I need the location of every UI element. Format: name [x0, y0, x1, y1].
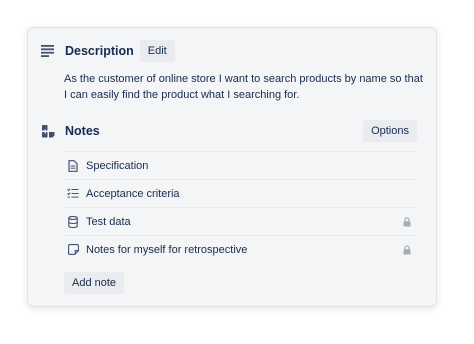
note-item-retrospective[interactable]: Notes for myself for retrospective	[64, 235, 416, 263]
lock-icon	[402, 244, 412, 255]
note-item-test-data[interactable]: Test data	[64, 207, 416, 235]
note-label: Acceptance criteria	[86, 187, 180, 200]
note-label: Notes for myself for retrospective	[86, 243, 248, 256]
note-label: Specification	[86, 159, 149, 172]
sticky-note-icon	[67, 244, 79, 256]
issue-panel-card: Description Edit As the customer of onli…	[27, 27, 437, 307]
text-lines-icon	[41, 44, 55, 58]
description-text: As the customer of online store I want t…	[64, 73, 423, 101]
note-label: Test data	[86, 215, 131, 228]
description-header: Description Edit	[41, 40, 175, 62]
notes-list: Specification Acceptance criteria Test d…	[64, 151, 416, 263]
description-title: Description	[65, 44, 134, 58]
notes-section-icon	[41, 124, 55, 138]
notes-title: Notes	[65, 124, 100, 138]
notes-header: Notes Options	[41, 120, 417, 142]
options-button[interactable]: Options	[363, 120, 417, 142]
edit-button[interactable]: Edit	[139, 40, 175, 62]
note-item-acceptance-criteria[interactable]: Acceptance criteria	[64, 179, 416, 207]
document-icon	[67, 159, 79, 172]
database-icon	[67, 215, 79, 228]
add-note-button[interactable]: Add note	[64, 272, 125, 294]
checklist-icon	[67, 188, 79, 200]
lock-icon	[402, 216, 412, 227]
note-item-specification[interactable]: Specification	[64, 151, 416, 179]
